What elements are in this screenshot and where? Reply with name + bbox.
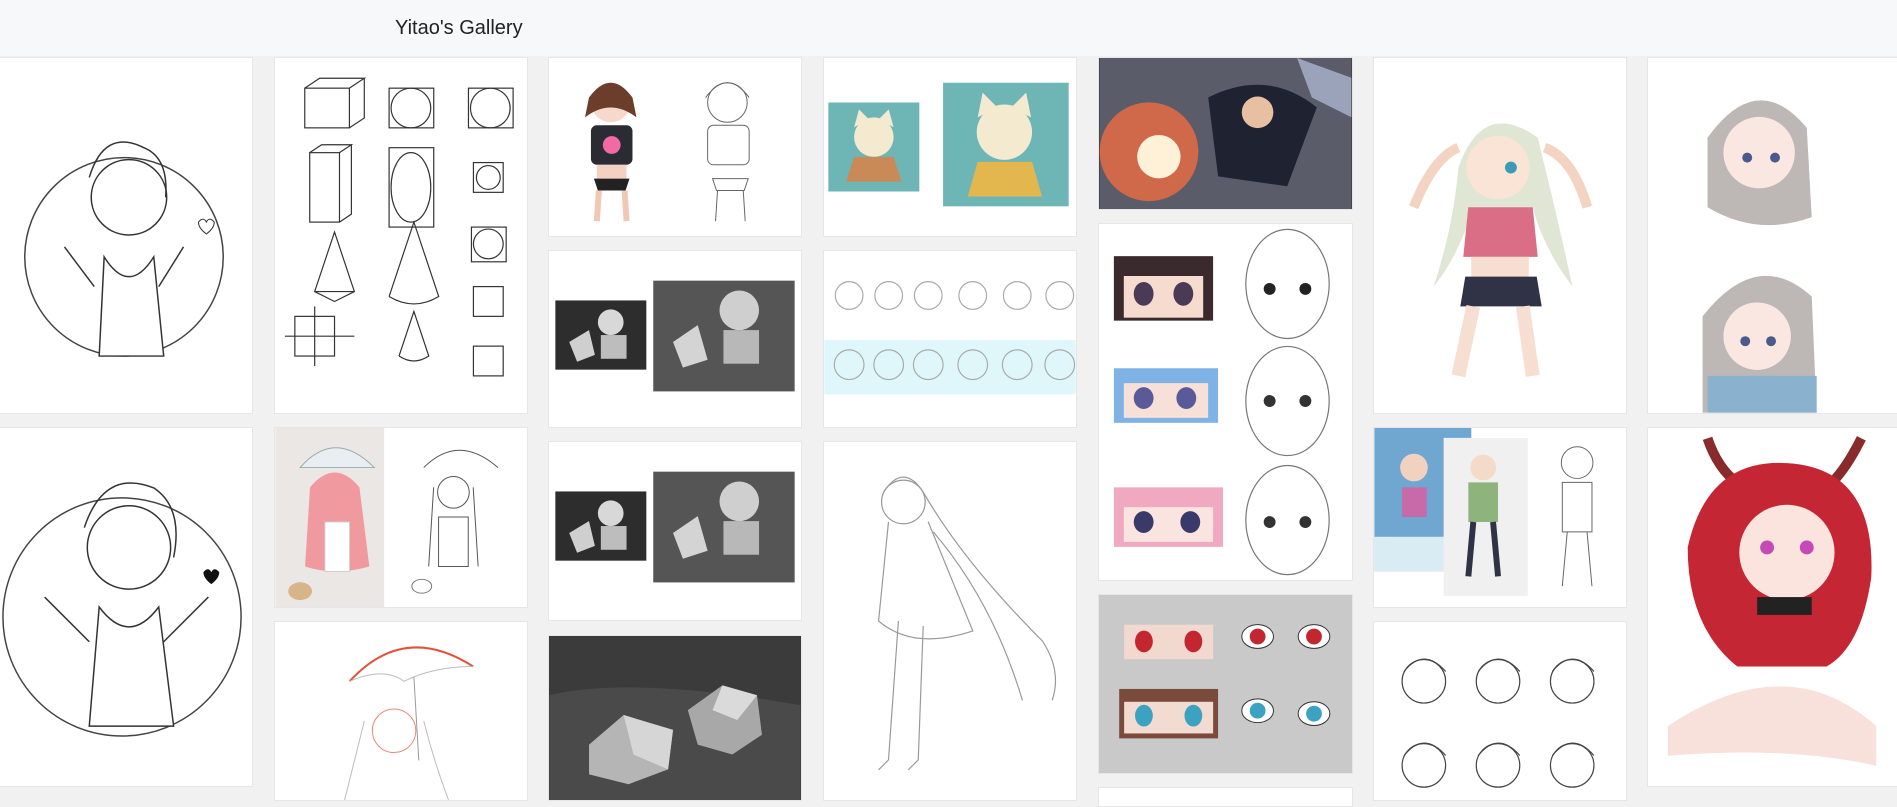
thumbnail-image [1702,100,1817,413]
thumbnail-image [24,141,224,357]
thumbnail-image [344,646,474,800]
gallery-item-male-head-sketches[interactable] [1373,621,1627,801]
top-navbar: Yitao's Gallery [0,0,1897,56]
gallery-item-polyhedra-still-life[interactable] [548,635,802,801]
site-title[interactable]: Yitao's Gallery [395,17,523,40]
thumbnail-image [1099,595,1352,773]
gallery-item-red-hair-horned-girl[interactable] [1647,427,1897,787]
thumbnail-image [1099,58,1352,209]
thumbnail-image [824,281,1076,395]
gallery-item-longhair-girl-lineart[interactable] [823,441,1077,801]
thumbnail-image [284,77,514,377]
thumbnail-image [1401,658,1595,788]
thumbnail-image [585,82,750,222]
thumbnail-image [1409,123,1593,378]
gallery-item-perspective-boxes[interactable] [274,57,528,414]
gallery-item-eye-color-studies[interactable] [1098,594,1353,774]
gallery-item-geometry-still-life-2[interactable] [548,441,802,621]
thumbnail-image [1113,228,1330,576]
gallery-item-girl-color-and-lineart[interactable] [548,57,802,237]
thumbnail-image [275,428,499,607]
thumbnail-image [1667,436,1877,766]
thumbnail-image [549,636,801,800]
gallery-item-head-angle-studies[interactable] [823,250,1077,428]
gallery-item-silver-hair-girl-portraits[interactable] [1647,57,1897,414]
thumbnail-image [877,476,1057,771]
gallery-item-eye-studies-with-faces[interactable] [1098,223,1353,581]
gallery-item-elizabeth-character-pose[interactable] [1373,57,1627,414]
gallery-item-lineart-girl-2[interactable] [0,427,253,787]
gallery-item-character-references-and-sketch[interactable] [1373,427,1627,608]
gallery-item-umbrella-girl-red-sketch[interactable] [274,621,528,801]
gallery-item-partial[interactable] [1098,787,1353,807]
gallery-item-umbrella-girl-color[interactable] [274,427,528,608]
gallery-item-geometry-still-life-1[interactable] [548,250,802,428]
thumbnail-image [555,471,795,583]
thumbnail-image [1099,788,1352,806]
gallery-item-chibi-cat-character[interactable] [823,57,1077,237]
gallery-item-lineart-girl-1[interactable] [0,57,253,414]
thumbnail-image [828,82,1069,207]
gallery-item-action-scene[interactable] [1098,57,1353,210]
thumbnail-image [2,482,242,737]
thumbnail-image [555,280,795,392]
thumbnail-image [1374,428,1594,597]
